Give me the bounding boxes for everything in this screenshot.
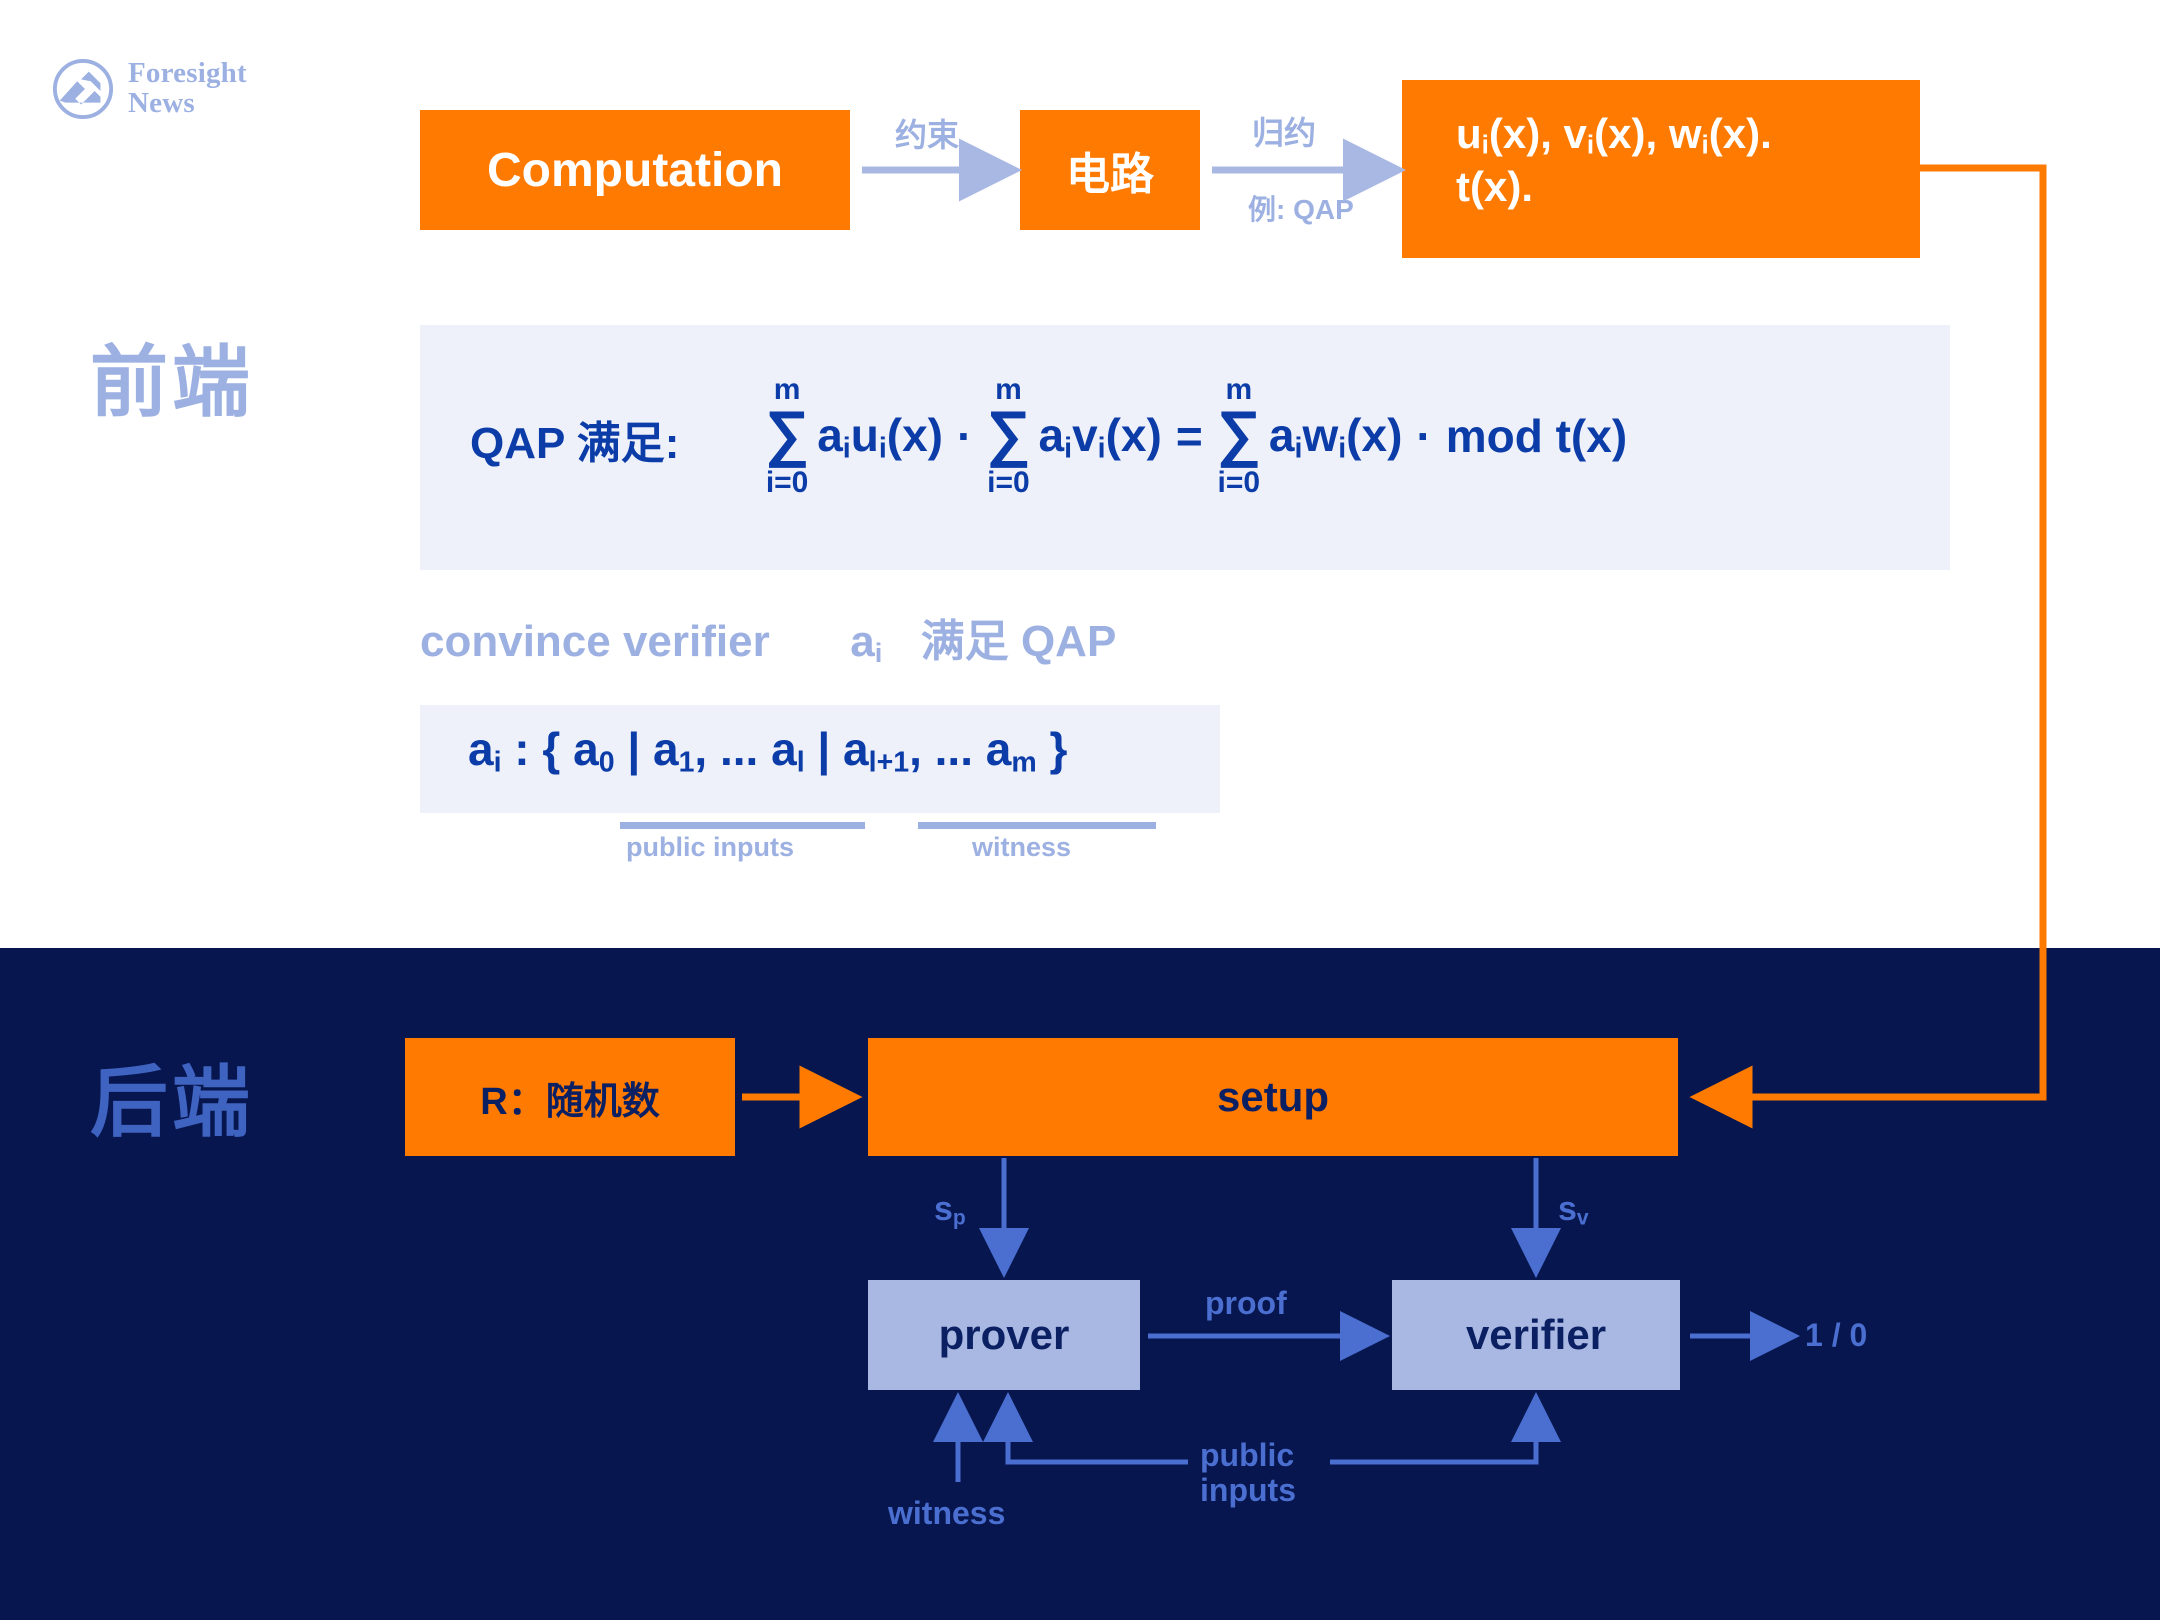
setup-box-label: setup: [1216, 1073, 1329, 1120]
random-number-box-label: R：随机数: [480, 1080, 660, 1123]
verifier-box-label: verifier: [1465, 1311, 1607, 1358]
summation-1: m ∑ i=0: [765, 375, 809, 498]
public-inputs-label-line-1: public: [1200, 1437, 1295, 1473]
reduction-arrow-label: 归约: [1252, 115, 1317, 151]
constraint-arrow-label: 约束: [895, 117, 960, 153]
slide-canvas: Foresight News 前端 后端 Computation 电路 ui(x…: [0, 0, 2160, 1620]
convince-verifier-line: convince verifier ai 满足 QAP: [420, 605, 1116, 669]
convince-ai-symbol: ai: [850, 617, 883, 668]
summation-3-sigma: ∑: [1216, 399, 1261, 468]
summation-2-lower: i=0: [987, 465, 1030, 499]
qap-formula-expression: m ∑ i=0 aiui(x) · m ∑ i=0 aivi(x) = m ∑ …: [765, 375, 1627, 498]
summation-1-sigma: ∑: [765, 399, 810, 468]
logo-line-2: News: [128, 87, 195, 119]
term-2: aivi(x): [1038, 408, 1162, 465]
witness-input-label: witness: [888, 1495, 1006, 1531]
qap-formula-label: QAP 满足:: [470, 419, 680, 468]
reduction-example-label: 例: QAP: [1248, 194, 1354, 225]
prover-box-label: prover: [938, 1311, 1070, 1358]
foresight-mountain-logo-icon: [52, 58, 114, 120]
backend-section-title: 后端: [90, 1058, 255, 1146]
summation-3: m ∑ i=0: [1217, 375, 1261, 498]
polynomials-line-2: t(x).: [1456, 163, 1533, 211]
polynomials-box: ui(x), vi(x), wi(x). t(x).: [1402, 80, 1920, 258]
public-inputs-underline: [620, 822, 865, 829]
s-p-label: sp: [934, 1190, 966, 1230]
summation-2: m ∑ i=0: [986, 375, 1030, 498]
term-3: aiwi(x): [1268, 408, 1403, 465]
public-inputs-input-label: public inputs: [1200, 1438, 1296, 1507]
setup-box: setup: [868, 1038, 1678, 1156]
public-inputs-label-line-2: inputs: [1200, 1471, 1296, 1508]
foresight-news-logo: Foresight News: [52, 46, 322, 132]
multiply-operator-1: ·: [957, 410, 973, 463]
summation-3-lower: i=0: [1217, 465, 1261, 499]
public-inputs-underline-label: public inputs: [626, 832, 794, 862]
term-1: aiui(x): [817, 408, 944, 465]
summation-1-lower: i=0: [765, 465, 809, 499]
computation-box: Computation: [420, 110, 850, 230]
witness-underline-label: witness: [972, 832, 1072, 862]
convince-satisfies-qap: 满足 QAP: [920, 617, 1117, 666]
frontend-section-title: 前端: [90, 338, 255, 426]
verifier-output-label: 1 / 0: [1805, 1317, 1868, 1353]
circuit-box: 电路: [1020, 110, 1200, 230]
witness-underline: [918, 822, 1156, 829]
s-v-label: sv: [1558, 1190, 1589, 1230]
random-number-box: R：随机数: [405, 1038, 735, 1156]
assignment-set-expression: ai : { a0 | a1, ... al | al+1, ... am }: [468, 723, 1068, 779]
polynomials-line-1: ui(x), vi(x), wi(x).: [1456, 110, 1772, 160]
summation-2-sigma: ∑: [986, 399, 1031, 468]
prover-box: prover: [868, 1280, 1140, 1390]
mod-term: mod t(x): [1445, 410, 1628, 463]
circuit-box-label: 电路: [1066, 150, 1154, 199]
computation-box-label: Computation: [487, 143, 783, 197]
logo-wordmark: Foresight News: [128, 59, 247, 118]
logo-line-1: Foresight: [128, 57, 247, 90]
proof-arrow-label: proof: [1205, 1285, 1287, 1321]
convince-verifier-text: convince verifier: [420, 617, 770, 666]
equals-operator: =: [1175, 410, 1203, 463]
multiply-operator-2: ·: [1416, 410, 1432, 463]
verifier-box: verifier: [1392, 1280, 1680, 1390]
